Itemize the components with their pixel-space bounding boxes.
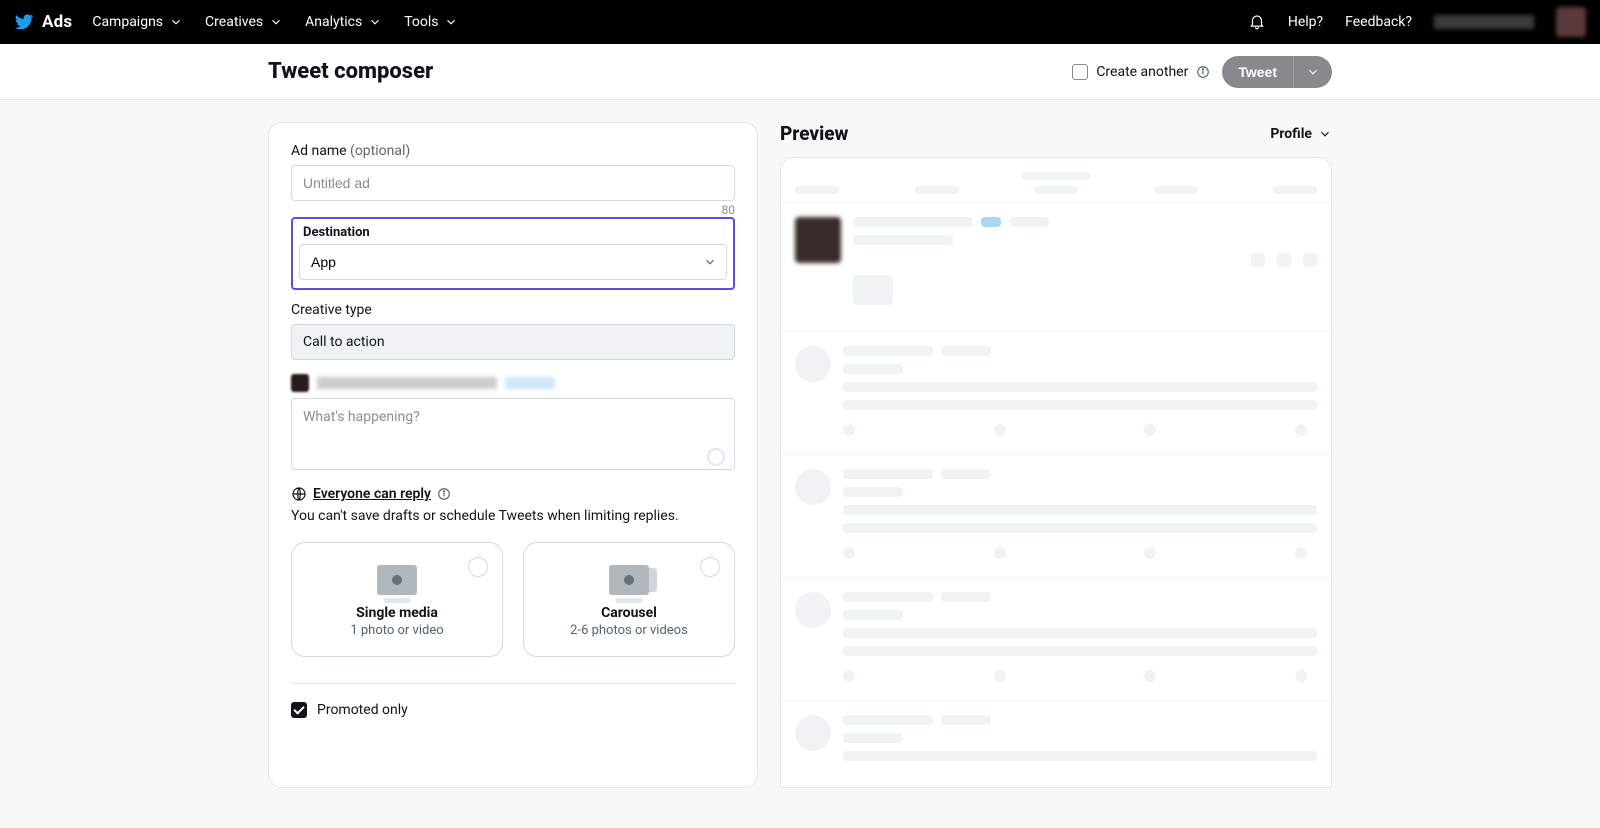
radio-single[interactable] — [468, 557, 488, 577]
destination-select[interactable]: App — [299, 244, 727, 280]
preview-tweet-skeleton — [781, 203, 1331, 332]
account-avatar-blurred[interactable] — [1556, 7, 1586, 37]
chevron-down-icon — [1306, 65, 1320, 79]
nav-right: Help? Feedback? — [1248, 7, 1586, 37]
destination-highlight: Destination App — [291, 217, 735, 290]
ad-name-char-count: 80 — [291, 203, 735, 217]
tweet-button-group: Tweet — [1222, 56, 1332, 88]
chevron-down-icon — [368, 15, 382, 29]
ad-name-label: Ad name (optional) — [291, 143, 735, 159]
carousel-media-icon — [609, 565, 649, 595]
nav-feedback[interactable]: Feedback? — [1345, 14, 1412, 30]
nav-tools[interactable]: Tools — [404, 14, 458, 30]
nav-items: Campaigns Creatives Analytics Tools — [92, 14, 458, 30]
composer-card: Ad name (optional) 80 Destination App Cr… — [268, 122, 758, 788]
tweet-button-menu[interactable] — [1293, 56, 1332, 88]
nav-creatives[interactable]: Creatives — [205, 14, 283, 30]
account-avatar-blurred — [291, 374, 309, 392]
divider — [291, 683, 735, 684]
nav-analytics[interactable]: Analytics — [305, 14, 382, 30]
nav-help[interactable]: Help? — [1288, 14, 1323, 30]
creative-type-label: Creative type — [291, 302, 735, 318]
tweet-button[interactable]: Tweet — [1222, 56, 1293, 88]
chevron-down-icon — [1318, 127, 1332, 141]
preview-tweet-skeleton — [781, 455, 1331, 578]
app-logo: Ads — [14, 12, 72, 32]
preview-view-selector[interactable]: Profile — [1270, 126, 1332, 142]
preview-panel: Preview Profile — [780, 122, 1332, 788]
promoted-only-toggle[interactable]: Promoted only — [291, 702, 735, 718]
tweet-text-wrap — [291, 398, 735, 474]
media-card-title: Carousel — [536, 605, 722, 621]
checkbox-checked[interactable] — [291, 702, 307, 718]
chevron-down-icon — [269, 15, 283, 29]
nav-label: Creatives — [205, 14, 263, 30]
info-icon[interactable] — [437, 487, 451, 501]
tweet-text-input[interactable] — [291, 398, 735, 470]
preview-header: Preview Profile — [780, 122, 1332, 145]
preview-avatar-skeleton — [795, 715, 831, 751]
preview-avatar-skeleton — [795, 469, 831, 505]
promoted-only-label: Promoted only — [317, 702, 408, 718]
media-card-subtitle: 1 photo or video — [304, 623, 490, 638]
preview-view-label: Profile — [1270, 126, 1312, 142]
preview-avatar-blurred — [795, 217, 841, 263]
preview-device — [780, 157, 1332, 788]
reply-note: You can't save drafts or schedule Tweets… — [291, 508, 735, 524]
media-card-title: Single media — [304, 605, 490, 621]
creative-type-value: Call to action — [291, 324, 735, 360]
reply-setting-text: Everyone can reply — [313, 486, 431, 502]
preview-tweet-skeleton — [781, 701, 1331, 787]
reply-setting[interactable]: Everyone can reply — [291, 486, 735, 502]
sub-header: Tweet composer Create another Tweet — [0, 44, 1600, 100]
destination-select-wrap: App — [299, 244, 727, 280]
twitter-icon — [14, 12, 34, 32]
nav-label: Analytics — [305, 14, 362, 30]
preview-avatar-skeleton — [795, 592, 831, 628]
creative-type-wrap: Call to action — [291, 324, 735, 360]
account-name-blurred — [1434, 15, 1534, 29]
create-another-toggle[interactable]: Create another — [1072, 64, 1210, 80]
preview-heading: Preview — [780, 122, 848, 145]
media-card-subtitle: 2-6 photos or videos — [536, 623, 722, 638]
single-media-icon — [377, 565, 417, 595]
media-card-carousel[interactable]: Carousel 2-6 photos or videos — [523, 542, 735, 657]
chevron-down-icon — [169, 15, 183, 29]
preview-avatar-skeleton — [795, 346, 831, 382]
info-icon[interactable] — [1196, 65, 1210, 79]
destination-label: Destination — [303, 225, 727, 240]
ad-name-input[interactable] — [291, 165, 735, 201]
radio-carousel[interactable] — [700, 557, 720, 577]
main: Ad name (optional) 80 Destination App Cr… — [250, 122, 1350, 828]
page-title: Tweet composer — [268, 59, 433, 84]
create-another-label: Create another — [1096, 64, 1188, 80]
account-name-blurred — [317, 377, 497, 389]
account-handle-blurred — [505, 377, 555, 389]
globe-icon — [291, 486, 307, 502]
top-nav: Ads Campaigns Creatives Analytics Tools … — [0, 0, 1600, 44]
chevron-down-icon — [444, 15, 458, 29]
tweeting-account — [291, 374, 735, 392]
product-name: Ads — [42, 12, 72, 32]
nav-label: Campaigns — [92, 14, 163, 30]
bell-icon[interactable] — [1248, 13, 1266, 31]
device-header-skeleton — [781, 158, 1331, 203]
nav-label: Tools — [404, 14, 438, 30]
checkbox-unchecked[interactable] — [1072, 64, 1088, 80]
nav-campaigns[interactable]: Campaigns — [92, 14, 183, 30]
preview-tweet-skeleton — [781, 332, 1331, 455]
media-card-single[interactable]: Single media 1 photo or video — [291, 542, 503, 657]
media-type-options: Single media 1 photo or video Carousel 2… — [291, 542, 735, 657]
preview-tweet-skeleton — [781, 578, 1331, 701]
char-counter-icon — [707, 448, 725, 466]
